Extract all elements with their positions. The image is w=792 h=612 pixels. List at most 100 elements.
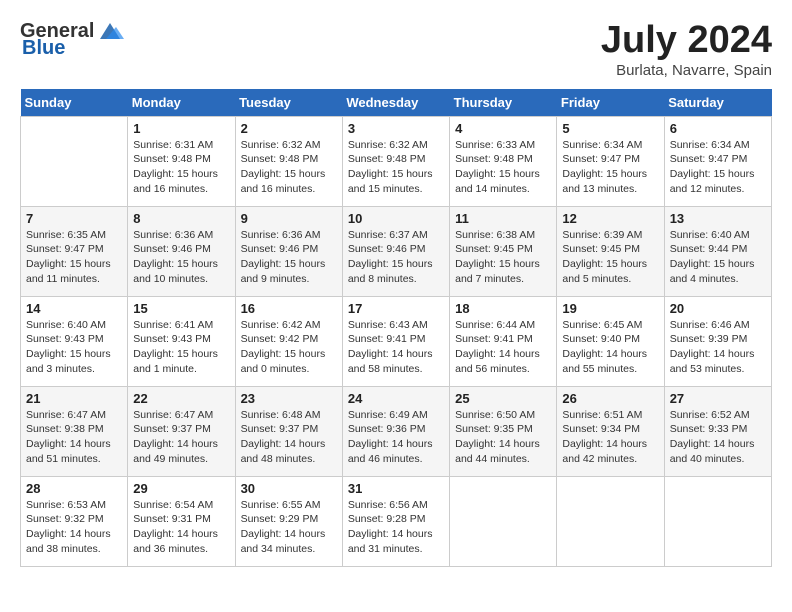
calendar-cell bbox=[557, 476, 664, 566]
cell-sunrise: Sunrise: 6:51 AM bbox=[562, 409, 642, 421]
cell-daylight: Daylight: 14 hours and 31 minutes. bbox=[348, 528, 433, 555]
calendar-cell: 6 Sunrise: 6:34 AM Sunset: 9:47 PM Dayli… bbox=[664, 116, 771, 206]
page-header: General Blue July 2024 Burlata, Navarre,… bbox=[20, 20, 772, 79]
cell-sunset: Sunset: 9:36 PM bbox=[348, 423, 426, 435]
calendar-week-row: 7 Sunrise: 6:35 AM Sunset: 9:47 PM Dayli… bbox=[21, 206, 772, 296]
day-number: 26 bbox=[562, 391, 658, 406]
cell-daylight: Daylight: 15 hours and 11 minutes. bbox=[26, 258, 111, 285]
cell-daylight: Daylight: 15 hours and 5 minutes. bbox=[562, 258, 647, 285]
day-number: 23 bbox=[241, 391, 337, 406]
calendar-cell: 1 Sunrise: 6:31 AM Sunset: 9:48 PM Dayli… bbox=[128, 116, 235, 206]
calendar-cell: 22 Sunrise: 6:47 AM Sunset: 9:37 PM Dayl… bbox=[128, 386, 235, 476]
cell-sunset: Sunset: 9:39 PM bbox=[670, 333, 748, 345]
calendar-cell: 25 Sunrise: 6:50 AM Sunset: 9:35 PM Dayl… bbox=[450, 386, 557, 476]
day-number: 19 bbox=[562, 301, 658, 316]
calendar-week-row: 14 Sunrise: 6:40 AM Sunset: 9:43 PM Dayl… bbox=[21, 296, 772, 386]
calendar-cell bbox=[664, 476, 771, 566]
day-number: 4 bbox=[455, 121, 551, 136]
cell-sunrise: Sunrise: 6:40 AM bbox=[26, 319, 106, 331]
cell-sunset: Sunset: 9:31 PM bbox=[133, 513, 211, 525]
day-number: 16 bbox=[241, 301, 337, 316]
calendar-cell: 11 Sunrise: 6:38 AM Sunset: 9:45 PM Dayl… bbox=[450, 206, 557, 296]
day-number: 9 bbox=[241, 211, 337, 226]
calendar-cell: 19 Sunrise: 6:45 AM Sunset: 9:40 PM Dayl… bbox=[557, 296, 664, 386]
calendar-week-row: 21 Sunrise: 6:47 AM Sunset: 9:38 PM Dayl… bbox=[21, 386, 772, 476]
calendar-cell: 31 Sunrise: 6:56 AM Sunset: 9:28 PM Dayl… bbox=[342, 476, 449, 566]
cell-sunrise: Sunrise: 6:43 AM bbox=[348, 319, 428, 331]
weekday-header-row: SundayMondayTuesdayWednesdayThursdayFrid… bbox=[21, 89, 772, 117]
cell-daylight: Daylight: 15 hours and 12 minutes. bbox=[670, 168, 755, 195]
cell-daylight: Daylight: 14 hours and 51 minutes. bbox=[26, 438, 111, 465]
calendar-cell: 23 Sunrise: 6:48 AM Sunset: 9:37 PM Dayl… bbox=[235, 386, 342, 476]
calendar-cell bbox=[450, 476, 557, 566]
cell-daylight: Daylight: 15 hours and 8 minutes. bbox=[348, 258, 433, 285]
cell-sunrise: Sunrise: 6:40 AM bbox=[670, 229, 750, 241]
calendar-week-row: 1 Sunrise: 6:31 AM Sunset: 9:48 PM Dayli… bbox=[21, 116, 772, 206]
location: Burlata, Navarre, Spain bbox=[601, 62, 772, 79]
calendar-cell: 30 Sunrise: 6:55 AM Sunset: 9:29 PM Dayl… bbox=[235, 476, 342, 566]
cell-daylight: Daylight: 14 hours and 58 minutes. bbox=[348, 348, 433, 375]
day-number: 20 bbox=[670, 301, 766, 316]
cell-sunrise: Sunrise: 6:32 AM bbox=[241, 139, 321, 151]
calendar-cell: 10 Sunrise: 6:37 AM Sunset: 9:46 PM Dayl… bbox=[342, 206, 449, 296]
cell-sunset: Sunset: 9:48 PM bbox=[455, 153, 533, 165]
cell-sunset: Sunset: 9:47 PM bbox=[670, 153, 748, 165]
cell-sunset: Sunset: 9:43 PM bbox=[133, 333, 211, 345]
cell-sunset: Sunset: 9:48 PM bbox=[348, 153, 426, 165]
day-number: 3 bbox=[348, 121, 444, 136]
day-number: 2 bbox=[241, 121, 337, 136]
weekday-header-friday: Friday bbox=[557, 89, 664, 117]
cell-daylight: Daylight: 15 hours and 14 minutes. bbox=[455, 168, 540, 195]
day-number: 25 bbox=[455, 391, 551, 406]
calendar-cell: 4 Sunrise: 6:33 AM Sunset: 9:48 PM Dayli… bbox=[450, 116, 557, 206]
calendar-cell: 3 Sunrise: 6:32 AM Sunset: 9:48 PM Dayli… bbox=[342, 116, 449, 206]
day-number: 22 bbox=[133, 391, 229, 406]
cell-daylight: Daylight: 15 hours and 0 minutes. bbox=[241, 348, 326, 375]
weekday-header-wednesday: Wednesday bbox=[342, 89, 449, 117]
cell-sunset: Sunset: 9:48 PM bbox=[133, 153, 211, 165]
calendar-cell: 29 Sunrise: 6:54 AM Sunset: 9:31 PM Dayl… bbox=[128, 476, 235, 566]
cell-sunset: Sunset: 9:48 PM bbox=[241, 153, 319, 165]
cell-sunrise: Sunrise: 6:49 AM bbox=[348, 409, 428, 421]
calendar-cell: 7 Sunrise: 6:35 AM Sunset: 9:47 PM Dayli… bbox=[21, 206, 128, 296]
cell-daylight: Daylight: 14 hours and 53 minutes. bbox=[670, 348, 755, 375]
cell-daylight: Daylight: 15 hours and 10 minutes. bbox=[133, 258, 218, 285]
logo-blue: Blue bbox=[20, 37, 65, 60]
weekday-header-sunday: Sunday bbox=[21, 89, 128, 117]
calendar-cell: 16 Sunrise: 6:42 AM Sunset: 9:42 PM Dayl… bbox=[235, 296, 342, 386]
calendar-cell: 17 Sunrise: 6:43 AM Sunset: 9:41 PM Dayl… bbox=[342, 296, 449, 386]
calendar-cell: 21 Sunrise: 6:47 AM Sunset: 9:38 PM Dayl… bbox=[21, 386, 128, 476]
cell-daylight: Daylight: 14 hours and 38 minutes. bbox=[26, 528, 111, 555]
day-number: 30 bbox=[241, 481, 337, 496]
calendar-cell: 20 Sunrise: 6:46 AM Sunset: 9:39 PM Dayl… bbox=[664, 296, 771, 386]
cell-sunset: Sunset: 9:43 PM bbox=[26, 333, 104, 345]
cell-sunrise: Sunrise: 6:48 AM bbox=[241, 409, 321, 421]
cell-sunset: Sunset: 9:28 PM bbox=[348, 513, 426, 525]
cell-sunrise: Sunrise: 6:35 AM bbox=[26, 229, 106, 241]
cell-sunset: Sunset: 9:32 PM bbox=[26, 513, 104, 525]
cell-sunset: Sunset: 9:40 PM bbox=[562, 333, 640, 345]
day-number: 15 bbox=[133, 301, 229, 316]
day-number: 29 bbox=[133, 481, 229, 496]
day-number: 31 bbox=[348, 481, 444, 496]
cell-daylight: Daylight: 15 hours and 15 minutes. bbox=[348, 168, 433, 195]
cell-sunrise: Sunrise: 6:46 AM bbox=[670, 319, 750, 331]
day-number: 18 bbox=[455, 301, 551, 316]
cell-daylight: Daylight: 14 hours and 56 minutes. bbox=[455, 348, 540, 375]
cell-sunrise: Sunrise: 6:44 AM bbox=[455, 319, 535, 331]
day-number: 7 bbox=[26, 211, 122, 226]
cell-sunset: Sunset: 9:41 PM bbox=[348, 333, 426, 345]
cell-sunrise: Sunrise: 6:37 AM bbox=[348, 229, 428, 241]
cell-daylight: Daylight: 14 hours and 49 minutes. bbox=[133, 438, 218, 465]
cell-sunrise: Sunrise: 6:31 AM bbox=[133, 139, 213, 151]
cell-sunset: Sunset: 9:47 PM bbox=[562, 153, 640, 165]
cell-sunset: Sunset: 9:33 PM bbox=[670, 423, 748, 435]
cell-sunset: Sunset: 9:45 PM bbox=[455, 243, 533, 255]
cell-sunrise: Sunrise: 6:47 AM bbox=[133, 409, 213, 421]
cell-daylight: Daylight: 14 hours and 40 minutes. bbox=[670, 438, 755, 465]
day-number: 8 bbox=[133, 211, 229, 226]
weekday-header-thursday: Thursday bbox=[450, 89, 557, 117]
cell-daylight: Daylight: 15 hours and 7 minutes. bbox=[455, 258, 540, 285]
cell-sunrise: Sunrise: 6:53 AM bbox=[26, 499, 106, 511]
cell-sunset: Sunset: 9:46 PM bbox=[241, 243, 319, 255]
